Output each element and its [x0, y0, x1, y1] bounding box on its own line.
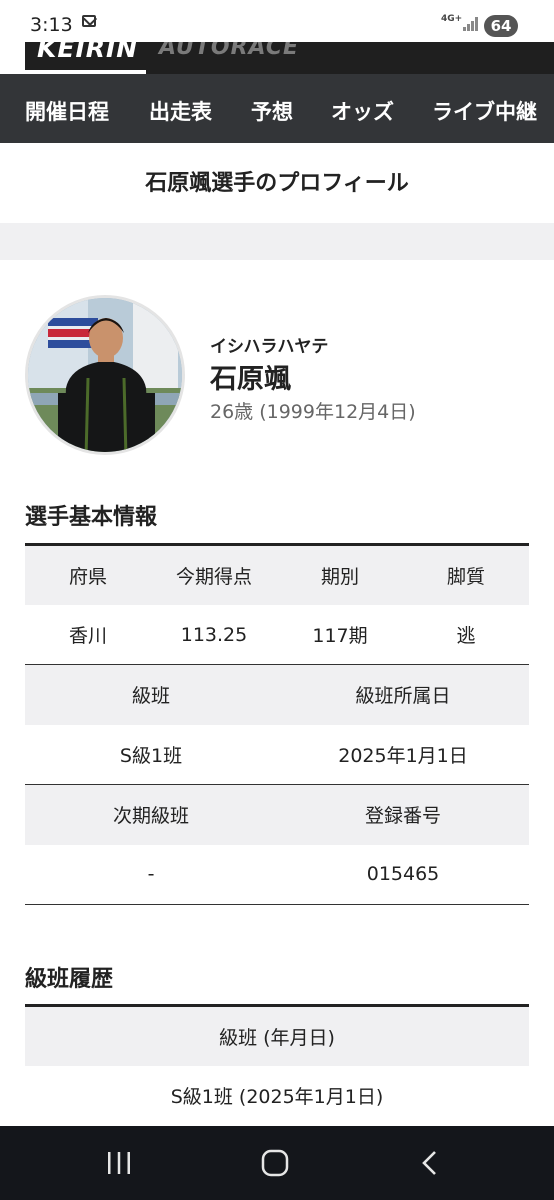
nav-item-live[interactable]: ライブ中継: [432, 96, 537, 126]
status-bar: 3:13 4G+ 64: [0, 0, 554, 42]
header-rank: 級班: [25, 664, 277, 725]
table-row: S級1班 2025年1月1日: [25, 725, 529, 785]
value-registration-number: 015465: [277, 844, 529, 905]
value-rank: S級1班: [119, 744, 183, 767]
player-age: 26歳 (1999年12月4日): [210, 401, 416, 423]
signal-strength-icon: [463, 17, 479, 31]
table-row: 次期級班 登録番号: [25, 784, 529, 845]
header-prefecture: 府県: [25, 543, 151, 605]
rank-history-heading: 級班履歴: [25, 967, 114, 992]
nav-item-entries[interactable]: 出走表: [149, 96, 212, 126]
autorace-tab[interactable]: AUTORACE: [159, 42, 299, 60]
rank-history-entry: S級1班 (2025年1月1日): [170, 1086, 384, 1108]
keirin-tab[interactable]: KEIRIN: [37, 42, 138, 63]
player-name-kana: イシハラハヤテ: [210, 337, 329, 357]
back-icon[interactable]: [420, 1150, 440, 1176]
table-row: 香川 113.25 117期 逃: [25, 605, 529, 665]
value-current-score: 113.25: [180, 623, 248, 646]
value-term: 117期: [312, 625, 368, 647]
rank-history-table: 級班 (年月日) S級1班 (2025年1月1日): [25, 1004, 529, 1126]
table-row: 級班 (年月日): [25, 1004, 529, 1066]
basic-info-heading: 選手基本情報: [25, 505, 158, 530]
player-avatar: [25, 295, 185, 455]
header-term: 期別: [277, 543, 403, 605]
player-photo: [28, 298, 182, 452]
basic-info-table: 府県 今期得点 期別 脚質 香川 113.25 117期 逃: [25, 543, 529, 665]
table-row: 府県 今期得点 期別 脚質: [25, 543, 529, 605]
table-row: - 015465: [25, 844, 529, 905]
mail-notification-icon: [82, 15, 96, 27]
system-navigation-bar: [0, 1126, 554, 1200]
recent-apps-icon[interactable]: [106, 1151, 132, 1175]
status-time: 3:13: [30, 14, 73, 36]
player-name: 石原颯: [210, 364, 291, 395]
home-icon[interactable]: [261, 1149, 289, 1177]
network-type-indicator: 4G+: [441, 14, 463, 24]
nav-item-odds[interactable]: オッズ: [331, 96, 394, 126]
header-rank-history: 級班 (年月日): [25, 1004, 529, 1066]
battery-indicator: 64: [484, 15, 518, 37]
nav-item-schedule[interactable]: 開催日程: [25, 96, 109, 126]
basic-info-table-rank: 級班 級班所属日 S級1班 2025年1月1日 次期級班 登録番号 - 0154…: [25, 664, 529, 905]
value-rank-date: 2025年1月1日: [338, 744, 468, 767]
header-next-rank: 次期級班: [25, 784, 277, 845]
nav-item-prediction[interactable]: 予想: [251, 96, 293, 126]
table-row: 級班 級班所属日: [25, 664, 529, 725]
header-registration-number: 登録番号: [277, 784, 529, 845]
header-current-score: 今期得点: [151, 543, 277, 605]
section-divider: [0, 223, 554, 260]
value-next-rank: -: [25, 844, 277, 905]
brand-bar: KEIRIN AUTORACE: [25, 42, 554, 74]
header-rank-date: 級班所属日: [277, 664, 529, 725]
value-riding-style: 逃: [456, 625, 476, 647]
table-row: S級1班 (2025年1月1日): [25, 1066, 529, 1126]
page-title: 石原颯選手のプロフィール: [145, 171, 409, 196]
main-nav: 開催日程 出走表 予想 オッズ ライブ中継: [0, 74, 554, 143]
header-riding-style: 脚質: [403, 543, 529, 605]
value-prefecture: 香川: [68, 625, 107, 647]
